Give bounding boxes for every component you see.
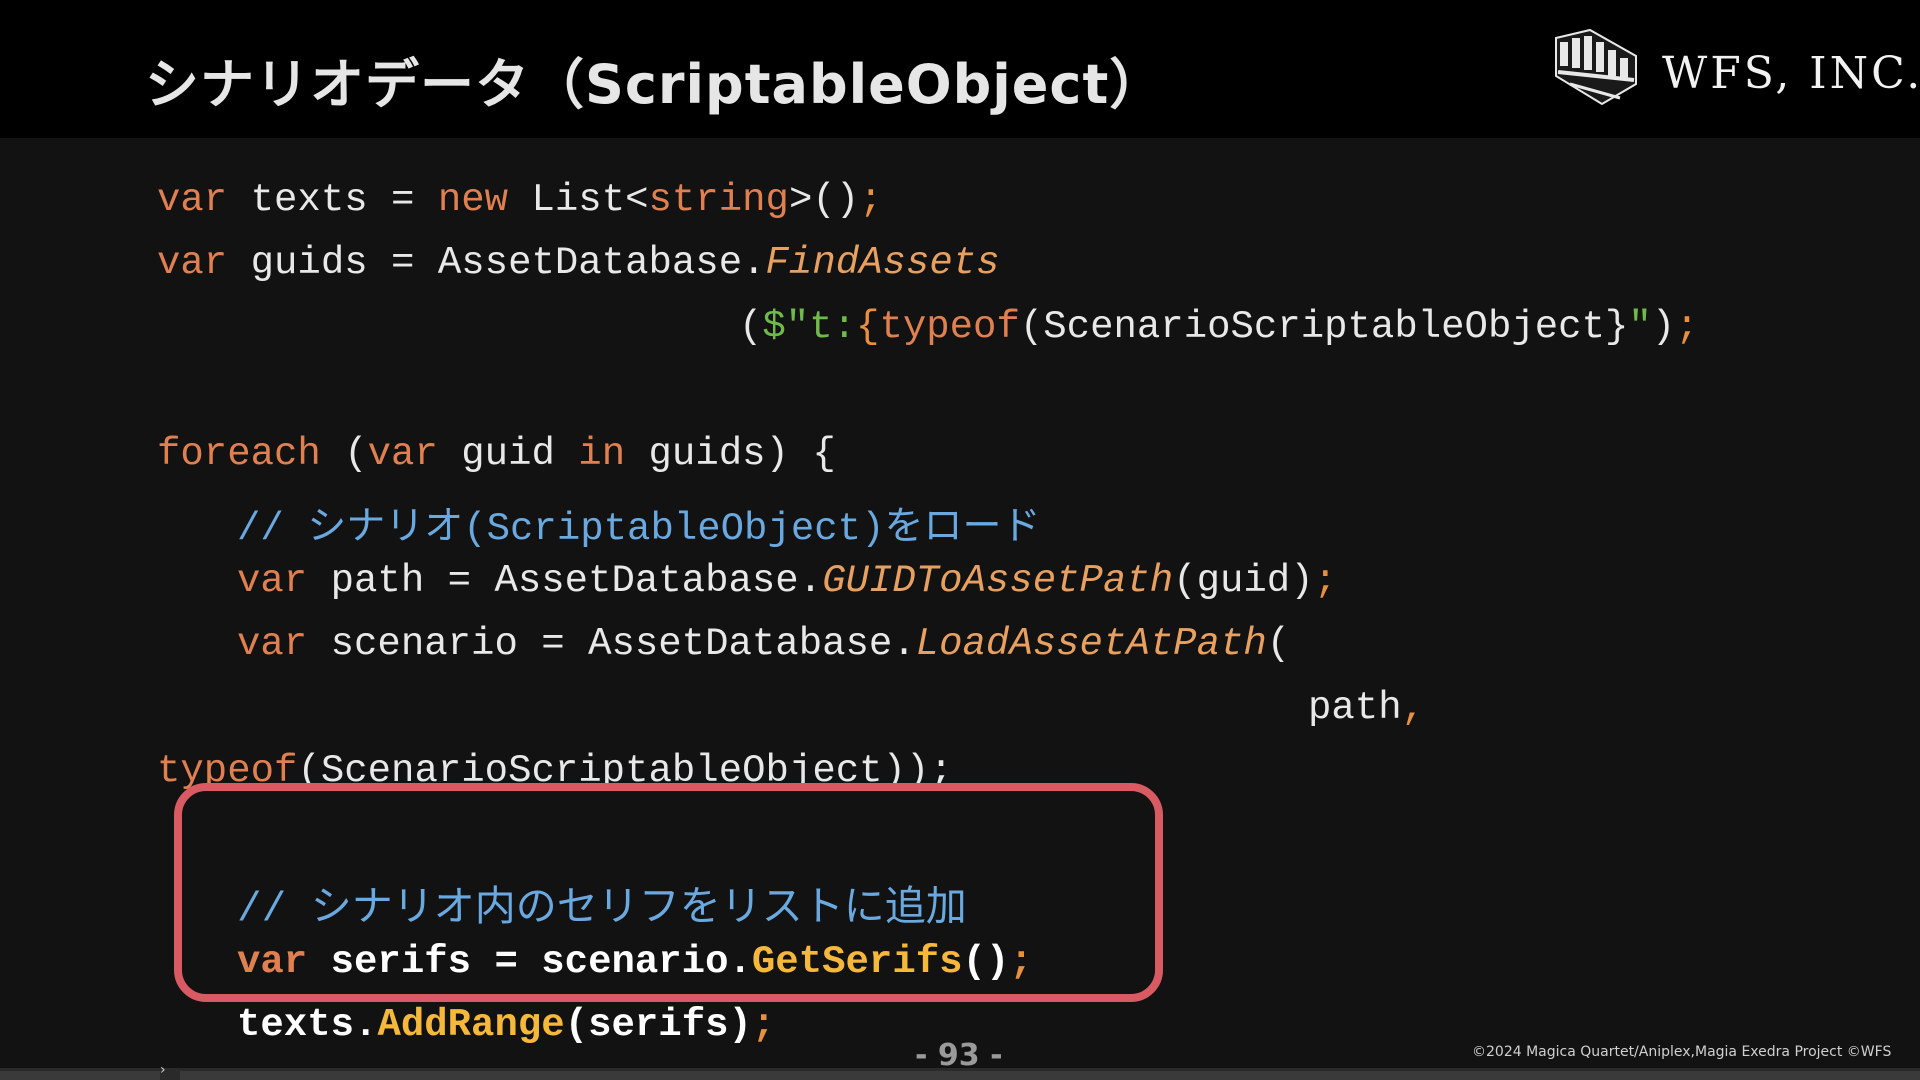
code-text: path: [1308, 686, 1402, 730]
code-text: (: [1266, 622, 1291, 666]
code-text: serifs = scenario.: [307, 940, 752, 984]
semicolon: ;: [1675, 305, 1699, 349]
company-logo: WFS, INC.: [1550, 28, 1920, 108]
keyword: var: [157, 241, 228, 285]
semicolon: ;: [1313, 559, 1338, 603]
keyword: in: [578, 432, 626, 476]
code-line-4: foreach (var guid in guids) {: [157, 432, 836, 476]
string-literal: $"t:: [762, 305, 857, 349]
code-text: guid: [437, 432, 579, 476]
code-text: guids) {: [625, 432, 836, 476]
keyword: var: [367, 432, 438, 476]
keyword: var: [237, 940, 308, 984]
keyword: var: [237, 622, 308, 666]
code-text: (serifs): [564, 1003, 752, 1047]
copyright-notice: ©2024 Magica Quartet/Aniplex,Magia Exedr…: [1472, 1044, 1892, 1060]
semicolon: ;: [859, 178, 883, 222]
code-comment-add: // シナリオ内のセリフをリストに追加: [237, 887, 967, 933]
code-line-2: var guids = AssetDatabase.FindAssets: [157, 241, 1000, 285]
keyword: string: [648, 178, 789, 222]
code-text: (): [962, 940, 1010, 984]
code-line-7: var scenario = AssetDatabase.LoadAssetAt…: [237, 622, 1290, 666]
code-line-6: var path = AssetDatabase.GUIDToAssetPath…: [237, 559, 1337, 603]
code-text: List<: [508, 178, 649, 222]
code-line-3: ($"t:{typeof(ScenarioScriptableObject}")…: [739, 305, 1699, 349]
code-text: guids = AssetDatabase.: [227, 241, 766, 285]
logo-text: WFS, INC.: [1662, 48, 1920, 99]
brace: {: [856, 305, 880, 349]
semicolon: ;: [1009, 940, 1033, 984]
method-name: GetSerifs: [751, 940, 963, 984]
method-name: GUIDToAssetPath: [822, 559, 1174, 603]
method-name: FindAssets: [765, 241, 1000, 285]
code-text: (ScenarioScriptableObject}: [1019, 305, 1629, 349]
scrollbar-track-right: [180, 1071, 1920, 1080]
keyword: new: [437, 178, 509, 222]
slide-title: シナリオデータ（ScriptableObject）: [145, 53, 1165, 116]
code-text: scenario = AssetDatabase.: [307, 622, 916, 666]
bottom-scrollbar[interactable]: ›: [0, 1062, 1920, 1080]
code-text: texts.: [237, 1003, 378, 1047]
method-name: AddRange: [377, 1003, 565, 1047]
code-line-12: texts.AddRange(serifs);: [237, 1003, 775, 1047]
code-comment-load: // シナリオ(ScriptableObject)をロード: [237, 507, 1041, 551]
method-name: LoadAssetAtPath: [915, 622, 1267, 666]
keyword: foreach: [157, 432, 321, 476]
slide-header: シナリオデータ（ScriptableObject） WFS, INC.: [0, 0, 1920, 138]
keyword: typeof: [879, 305, 1020, 349]
code-line-8: path,: [1308, 686, 1425, 730]
code-text: path = AssetDatabase.: [307, 559, 823, 603]
scrollbar-track-left: [0, 1071, 160, 1080]
string-literal: ": [1628, 305, 1652, 349]
wfs-logo-icon: [1555, 28, 1637, 106]
comma: ,: [1401, 686, 1426, 730]
code-text: ): [1651, 305, 1676, 349]
code-text: (: [739, 305, 763, 349]
code-line-11: var serifs = scenario.GetSerifs();: [237, 940, 1033, 984]
code-line-1: var texts = new List<string>();: [157, 178, 883, 222]
code-text: texts =: [227, 178, 438, 222]
keyword: var: [237, 559, 308, 603]
semicolon: ;: [751, 1003, 776, 1047]
code-text: (guid): [1173, 559, 1314, 603]
code-text: (: [320, 432, 368, 476]
keyword: var: [157, 178, 228, 222]
chevron-right-icon: ›: [160, 1062, 166, 1078]
code-text: >(): [788, 178, 860, 222]
